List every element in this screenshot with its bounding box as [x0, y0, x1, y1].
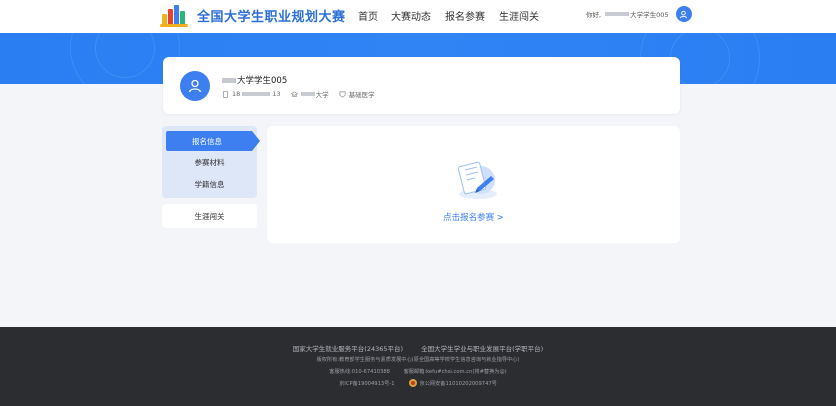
document-illustration-icon	[457, 161, 497, 199]
footer-platforms: 国家大学生就业服务平台(24365平台) 全国大学生学业与职业发展平台(学职平台…	[0, 343, 836, 353]
redacted-name	[605, 12, 630, 16]
user-avatar-icon[interactable]	[675, 6, 692, 22]
profile-avatar-icon	[180, 71, 210, 101]
profile-name: 大学学生005	[222, 74, 287, 86]
school-icon	[290, 90, 298, 97]
profile-school: 大学	[290, 89, 329, 99]
footer-hotline: 客服热线:010-67410388	[329, 369, 390, 375]
police-badge-icon	[408, 379, 417, 387]
nav-signup[interactable]: 报名参赛	[445, 8, 485, 23]
footer-police-record[interactable]: 京公网安备11010202009747号	[420, 380, 497, 387]
nav-career-challenge[interactable]: 生涯闯关	[499, 8, 539, 23]
sidebar-item-career-challenge[interactable]: 生涯闯关	[162, 204, 257, 228]
nav-news[interactable]: 大赛动态	[391, 8, 431, 23]
signup-cta-link[interactable]: 点击报名参赛 >	[267, 211, 680, 223]
phone-icon	[222, 90, 229, 98]
footer-email: 客服邮箱:kefu#chsi.com.cn(将#替换为@)	[403, 369, 507, 375]
profile-phone: 18 13	[222, 90, 281, 98]
profile-major: 基础医学	[339, 89, 375, 99]
sidebar-item-signup-info[interactable]: 报名信息	[166, 131, 260, 151]
major-icon	[339, 91, 346, 98]
user-menu[interactable]: 你好, 大学学生005	[586, 6, 692, 22]
redacted-block	[222, 77, 236, 83]
top-header: 全国大学生职业规划大赛 首页 大赛动态 报名参赛 生涯闯关 你好, 大学学生00…	[0, 0, 836, 33]
footer-icp[interactable]: 京ICP备19004913号-1	[339, 380, 394, 387]
greeting-text: 你好,	[586, 11, 602, 19]
footer-link-24365[interactable]: 国家大学生就业服务平台(24365平台)	[293, 345, 403, 353]
sidebar-item-student-status[interactable]: 学籍信息	[162, 174, 257, 194]
signup-panel: 点击报名参赛 >	[267, 126, 680, 243]
nav-home[interactable]: 首页	[358, 8, 378, 23]
footer-link-xuezhi[interactable]: 全国大学生学业与职业发展平台(学职平台)	[421, 345, 543, 353]
sidebar-menu: 报名信息 参赛材料 学籍信息	[162, 126, 260, 198]
logo-icon	[160, 3, 190, 27]
profile-card: 大学学生005 18 13 大学 基础医学	[163, 57, 680, 114]
footer-copyright: 版权所有:教育部学生服务与素质发展中心(原全国高等学校学生信息咨询与就业指导中心…	[316, 357, 520, 363]
profile-name-text: 大学学生005	[237, 76, 288, 86]
main-nav: 首页 大赛动态 报名参赛 生涯闯关	[358, 8, 553, 23]
sidebar-item-materials[interactable]: 参赛材料	[162, 152, 257, 172]
user-name: 大学学生005	[630, 11, 669, 19]
profile-meta: 18 13 大学 基础医学	[222, 89, 385, 99]
footer-records: 京ICP备19004913号-1 京公网安备11010202009747号	[0, 379, 836, 387]
footer-contact: 客服热线:010-67410388 客服邮箱:kefu#chsi.com.cn(…	[0, 368, 836, 375]
site-logo[interactable]: 全国大学生职业规划大赛	[160, 3, 346, 27]
footer: 国家大学生就业服务平台(24365平台) 全国大学生学业与职业发展平台(学职平台…	[0, 327, 836, 406]
site-title: 全国大学生职业规划大赛	[197, 9, 346, 25]
